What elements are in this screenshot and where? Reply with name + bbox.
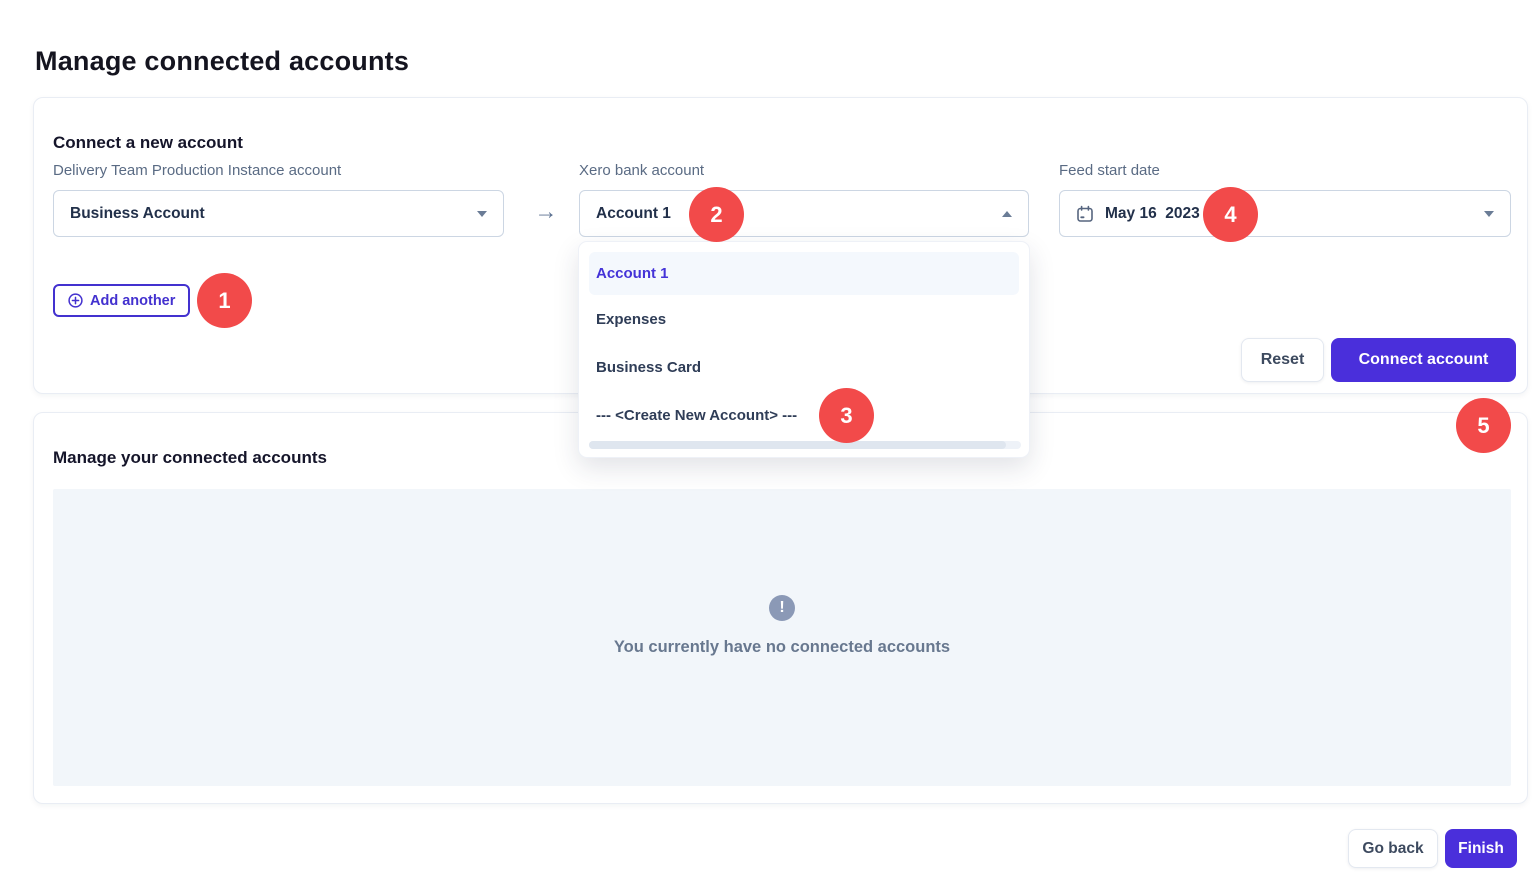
manage-accounts-card: Manage your connected accounts ! You cur… <box>33 412 1528 804</box>
chevron-down-icon <box>1484 211 1494 217</box>
dropdown-option-account-1[interactable]: Account 1 <box>589 252 1019 295</box>
info-icon: ! <box>769 595 795 621</box>
add-another-label: Add another <box>90 293 175 309</box>
chevron-up-icon <box>1002 211 1012 217</box>
reset-button[interactable]: Reset <box>1241 338 1324 382</box>
empty-state-message: You currently have no connected accounts <box>53 638 1511 657</box>
connect-card-heading: Connect a new account <box>53 133 243 153</box>
annotation-badge-1: 1 <box>197 273 252 328</box>
finish-button[interactable]: Finish <box>1445 829 1517 868</box>
source-account-label: Delivery Team Production Instance accoun… <box>53 162 341 179</box>
add-another-button[interactable]: Add another <box>53 284 190 317</box>
source-account-select[interactable]: Business Account <box>53 190 504 237</box>
feed-start-date-select[interactable]: May 16 2023 <box>1059 190 1511 237</box>
arrow-right-icon: → <box>528 198 564 225</box>
dropdown-option-label: --- <Create New Account> --- <box>596 407 797 424</box>
page-title: Manage connected accounts <box>35 46 409 77</box>
annotation-badge-5: 5 <box>1456 398 1511 453</box>
calendar-icon <box>1076 205 1094 223</box>
annotation-badge-4: 4 <box>1203 187 1258 242</box>
dropdown-option-label: Expenses <box>596 311 666 328</box>
feed-start-date-label: Feed start date <box>1059 162 1160 179</box>
dropdown-option-label: Business Card <box>596 359 701 376</box>
go-back-button[interactable]: Go back <box>1348 829 1438 868</box>
dropdown-option-label: Account 1 <box>596 265 669 282</box>
annotation-badge-2: 2 <box>689 187 744 242</box>
connected-accounts-empty-panel: ! You currently have no connected accoun… <box>53 489 1511 786</box>
feed-start-date-value: May 16 2023 <box>1105 205 1200 223</box>
chevron-down-icon <box>477 211 487 217</box>
dropdown-option-create-new-account[interactable]: --- <Create New Account> --- <box>589 391 1019 439</box>
manage-card-heading: Manage your connected accounts <box>53 448 327 468</box>
xero-account-select[interactable]: Account 1 <box>579 190 1029 237</box>
xero-account-value: Account 1 <box>596 205 671 223</box>
xero-account-label: Xero bank account <box>579 162 704 179</box>
circle-plus-icon <box>68 293 83 308</box>
dropdown-scrollbar-thumb[interactable] <box>589 441 1006 449</box>
source-account-value: Business Account <box>70 205 205 223</box>
dropdown-option-business-card[interactable]: Business Card <box>589 343 1019 391</box>
dropdown-option-expenses[interactable]: Expenses <box>589 295 1019 343</box>
connect-account-button[interactable]: Connect account <box>1331 338 1516 382</box>
annotation-badge-3: 3 <box>819 388 874 443</box>
xero-account-dropdown: Account 1 Expenses Business Card --- <Cr… <box>578 241 1030 458</box>
page: Manage connected accounts Connect a new … <box>0 0 1538 884</box>
dropdown-horizontal-scrollbar <box>589 441 1021 449</box>
